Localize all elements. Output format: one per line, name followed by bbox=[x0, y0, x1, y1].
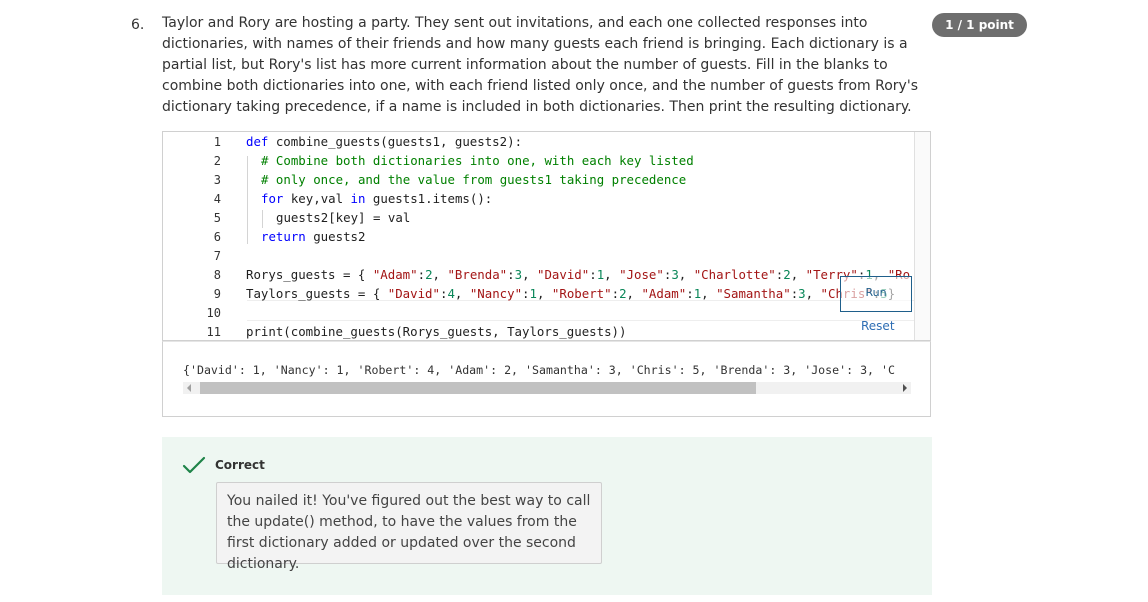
editor-vertical-scrollbar[interactable] bbox=[914, 132, 930, 340]
code-line-6[interactable]: return guests2 bbox=[261, 229, 365, 244]
current-line-highlight bbox=[247, 300, 917, 321]
reset-link[interactable]: Reset bbox=[861, 319, 895, 333]
feedback-message: You nailed it! You've figured out the be… bbox=[216, 482, 602, 572]
question-number: 6. bbox=[131, 17, 145, 33]
line-number: 10 bbox=[206, 306, 221, 320]
scroll-right-arrow-icon[interactable] bbox=[903, 384, 907, 392]
line-number: 8 bbox=[213, 268, 221, 282]
feedback-panel: Correct You nailed it! You've figured ou… bbox=[162, 437, 932, 595]
code-line-11[interactable]: print(combine_guests(Rorys_guests, Taylo… bbox=[246, 324, 626, 339]
indent-guide bbox=[247, 156, 248, 244]
code-line-2[interactable]: # Combine both dictionaries into one, wi… bbox=[261, 153, 694, 168]
line-number: 11 bbox=[206, 325, 221, 339]
scrollbar-thumb[interactable] bbox=[200, 382, 756, 394]
line-number: 9 bbox=[213, 287, 221, 301]
run-button[interactable]: Run bbox=[840, 276, 912, 312]
code-editor[interactable]: 1 2 3 4 5 6 7 8 9 10 11 def combine_gues… bbox=[162, 131, 931, 341]
indent-guide bbox=[262, 210, 263, 228]
scroll-left-arrow-icon[interactable] bbox=[187, 384, 191, 392]
output-text: {'David': 1, 'Nancy': 1, 'Robert': 4, 'A… bbox=[183, 363, 895, 377]
code-line-5[interactable]: guests2[key] = val bbox=[276, 210, 410, 225]
checkmark-icon bbox=[182, 456, 206, 474]
points-badge: 1 / 1 point bbox=[932, 13, 1027, 37]
code-line-1[interactable]: def combine_guests(guests1, guests2): bbox=[246, 134, 522, 149]
feedback-status: Correct bbox=[215, 458, 265, 472]
code-line-3[interactable]: # only once, and the value from guests1 … bbox=[261, 172, 686, 187]
line-number: 7 bbox=[213, 249, 221, 263]
line-number: 2 bbox=[213, 154, 221, 168]
question-text: Taylor and Rory are hosting a party. The… bbox=[162, 15, 918, 115]
output-horizontal-scrollbar[interactable] bbox=[183, 382, 911, 394]
line-number: 4 bbox=[213, 192, 221, 206]
line-number: 3 bbox=[213, 173, 221, 187]
line-number: 1 bbox=[213, 135, 221, 149]
output-panel: {'David': 1, 'Nancy': 1, 'Robert': 4, 'A… bbox=[162, 341, 931, 417]
code-line-4[interactable]: for key,val in guests1.items(): bbox=[261, 191, 492, 206]
code-line-8[interactable]: Rorys_guests = { "Adam":2, "Brenda":3, "… bbox=[246, 267, 910, 282]
code-line-9[interactable]: Taylors_guests = { "David":4, "Nancy":1,… bbox=[246, 286, 895, 301]
line-number: 6 bbox=[213, 230, 221, 244]
line-number: 5 bbox=[213, 211, 221, 225]
